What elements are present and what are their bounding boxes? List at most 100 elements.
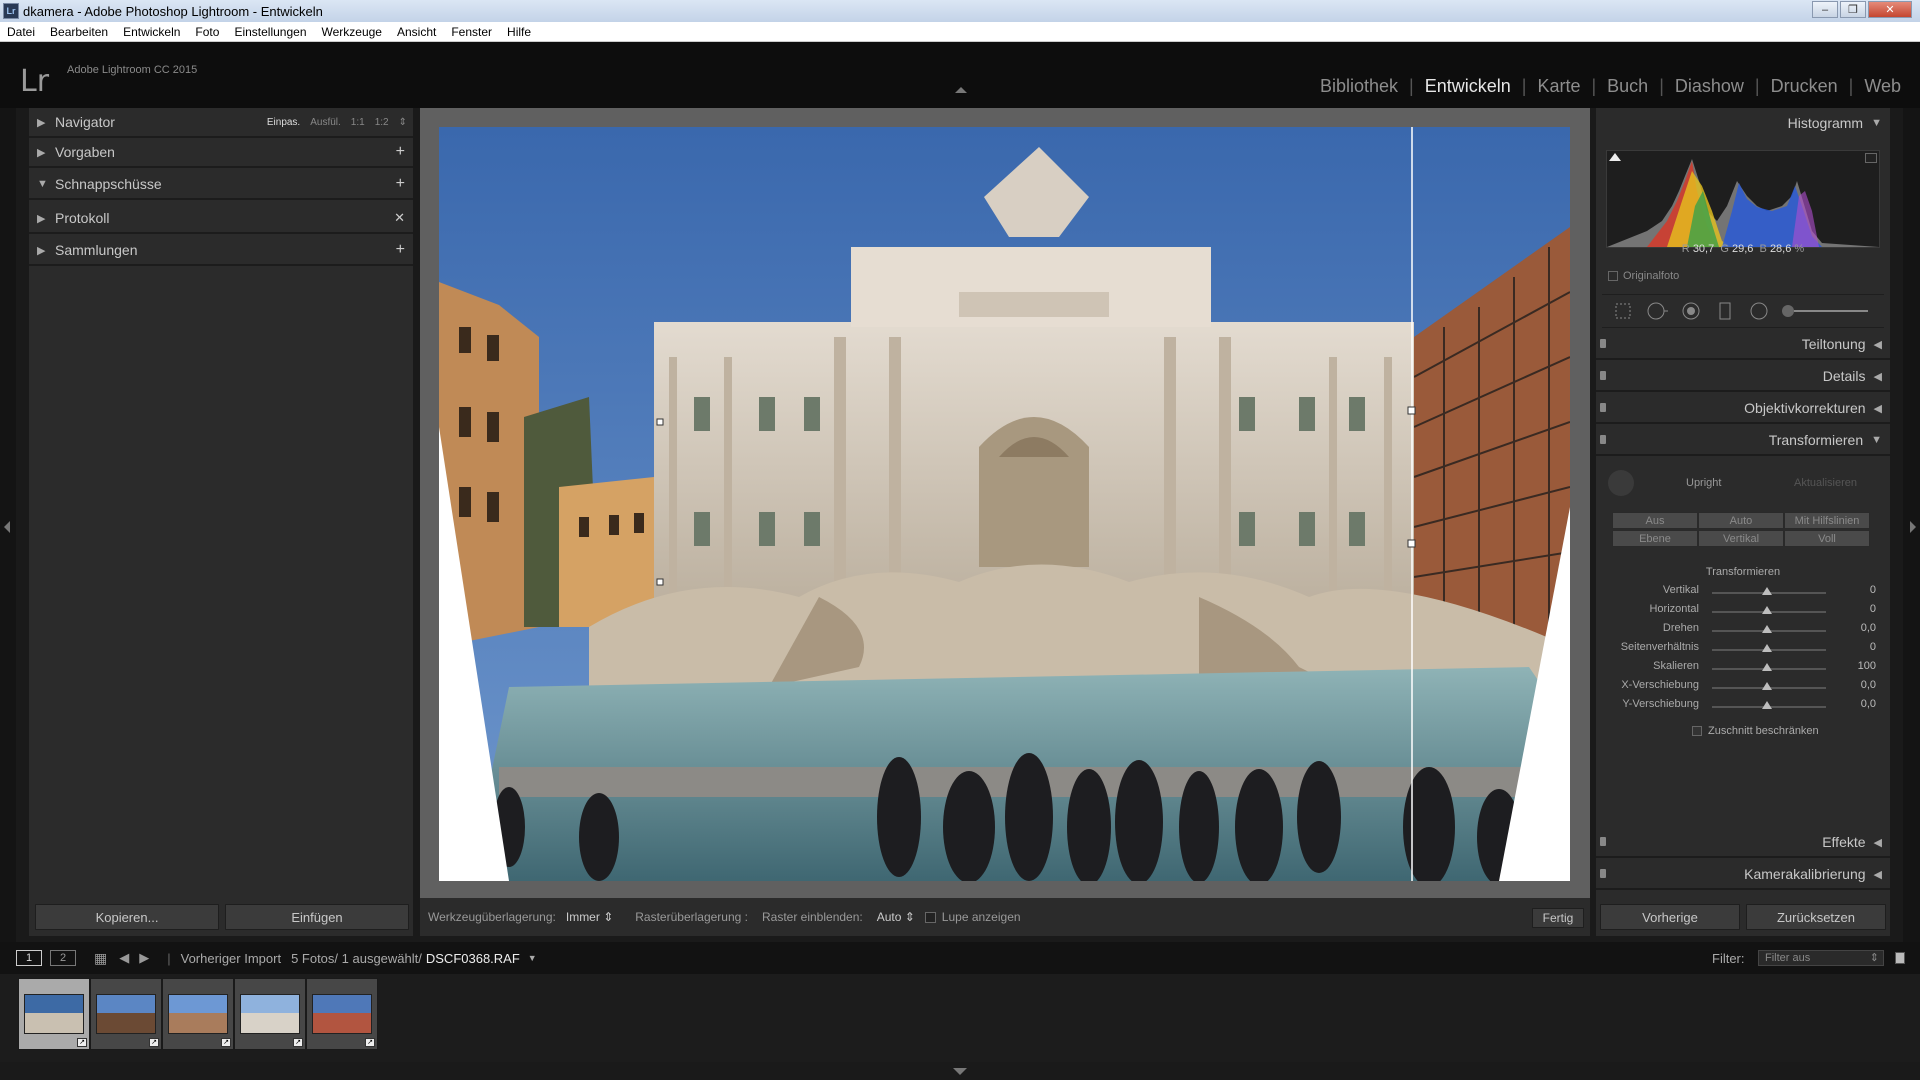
collapse-left-panel-icon[interactable] [4, 521, 10, 533]
spot-removal-tool-icon[interactable] [1644, 298, 1670, 324]
filmstrip-source[interactable]: Vorheriger Import [181, 951, 281, 966]
menu-ansicht[interactable]: Ansicht [397, 25, 436, 39]
slider-scale[interactable]: Skalieren 100 [1596, 660, 1890, 678]
original-photo-toggle[interactable]: Originalfoto [1608, 270, 1679, 282]
zoom-1-1-option[interactable]: 1:1 [351, 117, 365, 128]
menu-fenster[interactable]: Fenster [451, 25, 492, 39]
close-button[interactable]: ✕ [1868, 1, 1912, 18]
upright-target-icon[interactable] [1608, 470, 1634, 496]
collapse-right-panel-icon[interactable] [1910, 521, 1916, 533]
panel-switch-icon[interactable] [1600, 869, 1606, 878]
paste-settings-button[interactable]: Einfügen [225, 904, 409, 930]
panel-switch-icon[interactable] [1600, 371, 1606, 380]
filename-dropdown-icon[interactable]: ▼ [528, 953, 537, 963]
right-panel-edge[interactable] [1903, 108, 1920, 962]
snapshots-header[interactable]: ▼ Schnappschüsse + [29, 170, 413, 200]
menu-datei[interactable]: Datei [7, 25, 35, 39]
highlight-clipping-icon[interactable] [1865, 153, 1877, 163]
filmstrip-thumbnail[interactable]: ↗ [18, 978, 90, 1050]
slider-y-offset[interactable]: Y-Verschiebung 0,0 [1596, 698, 1890, 716]
filmstrip-thumbnail[interactable]: ↗ [162, 978, 234, 1050]
module-bibliothek[interactable]: Bibliothek [1309, 76, 1409, 97]
upright-full-button[interactable]: Voll [1784, 530, 1870, 547]
current-filename[interactable]: DSCF0368.RAF [426, 951, 520, 966]
clear-history-icon[interactable]: ✕ [394, 210, 405, 226]
menu-entwickeln[interactable]: Entwickeln [123, 25, 180, 39]
slider-thumb[interactable] [1762, 606, 1772, 614]
copy-settings-button[interactable]: Kopieren... [35, 904, 219, 930]
slider-thumb[interactable] [1762, 663, 1772, 671]
add-preset-icon[interactable]: + [396, 143, 405, 161]
red-eye-tool-icon[interactable] [1678, 298, 1704, 324]
shadow-clipping-icon[interactable] [1609, 153, 1621, 161]
filter-select[interactable]: Filter aus ⇕ [1758, 950, 1884, 966]
back-arrow-icon[interactable]: ◀ [119, 950, 129, 966]
upright-guided-button[interactable]: Mit Hilfslinien [1784, 512, 1870, 529]
menu-foto[interactable]: Foto [195, 25, 219, 39]
photo-preview[interactable] [439, 127, 1570, 881]
panel-switch-icon[interactable] [1600, 435, 1606, 444]
second-screen-button[interactable]: 2 [50, 950, 76, 966]
collapse-filmstrip-icon[interactable] [953, 1068, 967, 1075]
left-panel-edge[interactable] [0, 108, 16, 962]
upright-off-button[interactable]: Aus [1612, 512, 1698, 529]
collections-header[interactable]: ▶ Sammlungen + [29, 236, 413, 266]
main-screen-button[interactable]: 1 [16, 950, 42, 966]
original-photo-checkbox[interactable] [1608, 271, 1618, 282]
navigator-header[interactable]: ▶ Navigator Einpas. Ausfül. 1:1 1:2 ⇕ [29, 108, 413, 138]
slider-vertical[interactable]: Vertikal 0 [1596, 584, 1890, 602]
upright-level-button[interactable]: Ebene [1612, 530, 1698, 547]
details-header[interactable]: Details ◀ [1596, 362, 1890, 392]
module-entwickeln[interactable]: Entwickeln [1414, 76, 1522, 97]
grid-show-select[interactable]: Auto ⇕ [877, 910, 915, 924]
menu-bearbeiten[interactable]: Bearbeiten [50, 25, 108, 39]
maximize-button[interactable]: ❐ [1840, 1, 1866, 18]
slider-rotate[interactable]: Drehen 0,0 [1596, 622, 1890, 640]
add-snapshot-icon[interactable]: + [396, 175, 405, 193]
constrain-crop-option[interactable]: Zuschnitt beschränken [1692, 725, 1819, 737]
presets-header[interactable]: ▶ Vorgaben + [29, 138, 413, 168]
minimize-button[interactable]: ‒ [1812, 1, 1838, 18]
menu-hilfe[interactable]: Hilfe [507, 25, 531, 39]
forward-arrow-icon[interactable]: ▶ [139, 950, 149, 966]
menu-einstellungen[interactable]: Einstellungen [234, 25, 306, 39]
zoom-1-2-option[interactable]: 1:2 [375, 117, 389, 128]
filmstrip-thumbnail[interactable]: ↗ [90, 978, 162, 1050]
previous-button[interactable]: Vorherige [1600, 904, 1740, 930]
slider-x-offset[interactable]: X-Verschiebung 0,0 [1596, 679, 1890, 697]
zoom-fit-option[interactable]: Einpas. [267, 117, 300, 128]
effects-header[interactable]: Effekte ◀ [1596, 828, 1890, 858]
add-collection-icon[interactable]: + [396, 241, 405, 259]
filmstrip-thumbnail[interactable]: ↗ [234, 978, 306, 1050]
filter-lock-icon[interactable] [1895, 952, 1905, 964]
panel-switch-icon[interactable] [1600, 339, 1606, 348]
panel-switch-icon[interactable] [1600, 403, 1606, 412]
histogram-header[interactable]: Histogramm ▼ [1596, 108, 1890, 138]
grid-view-icon[interactable]: ▦ [94, 950, 107, 967]
slider-thumb[interactable] [1762, 682, 1772, 690]
tool-overlay-select[interactable]: Immer ⇕ [566, 910, 613, 924]
graduated-filter-icon[interactable] [1712, 298, 1738, 324]
slider-thumb[interactable] [1762, 644, 1772, 652]
slider-thumb[interactable] [1762, 587, 1772, 595]
histogram[interactable] [1606, 150, 1880, 248]
upright-auto-button[interactable]: Auto [1698, 512, 1784, 529]
zoom-dropdown-icon[interactable]: ⇕ [399, 117, 407, 128]
constrain-crop-checkbox[interactable] [1692, 726, 1702, 737]
crop-tool-icon[interactable] [1610, 298, 1636, 324]
reset-button[interactable]: Zurücksetzen [1746, 904, 1886, 930]
collapse-top-panel-icon[interactable] [955, 87, 967, 93]
menu-werkzeuge[interactable]: Werkzeuge [322, 25, 382, 39]
split-toning-header[interactable]: Teiltonung ◀ [1596, 330, 1890, 360]
zoom-fill-option[interactable]: Ausfül. [310, 117, 341, 128]
done-button[interactable]: Fertig [1532, 908, 1584, 928]
upright-vertical-button[interactable]: Vertikal [1698, 530, 1784, 547]
panel-switch-icon[interactable] [1600, 837, 1606, 846]
module-buch[interactable]: Buch [1596, 76, 1659, 97]
module-web[interactable]: Web [1853, 76, 1912, 97]
slider-aspect[interactable]: Seitenverhältnis 0 [1596, 641, 1890, 659]
module-karte[interactable]: Karte [1526, 76, 1591, 97]
slider-thumb[interactable] [1762, 701, 1772, 709]
transform-header[interactable]: Transformieren ▼ [1596, 426, 1890, 456]
lens-corrections-header[interactable]: Objektivkorrekturen ◀ [1596, 394, 1890, 424]
